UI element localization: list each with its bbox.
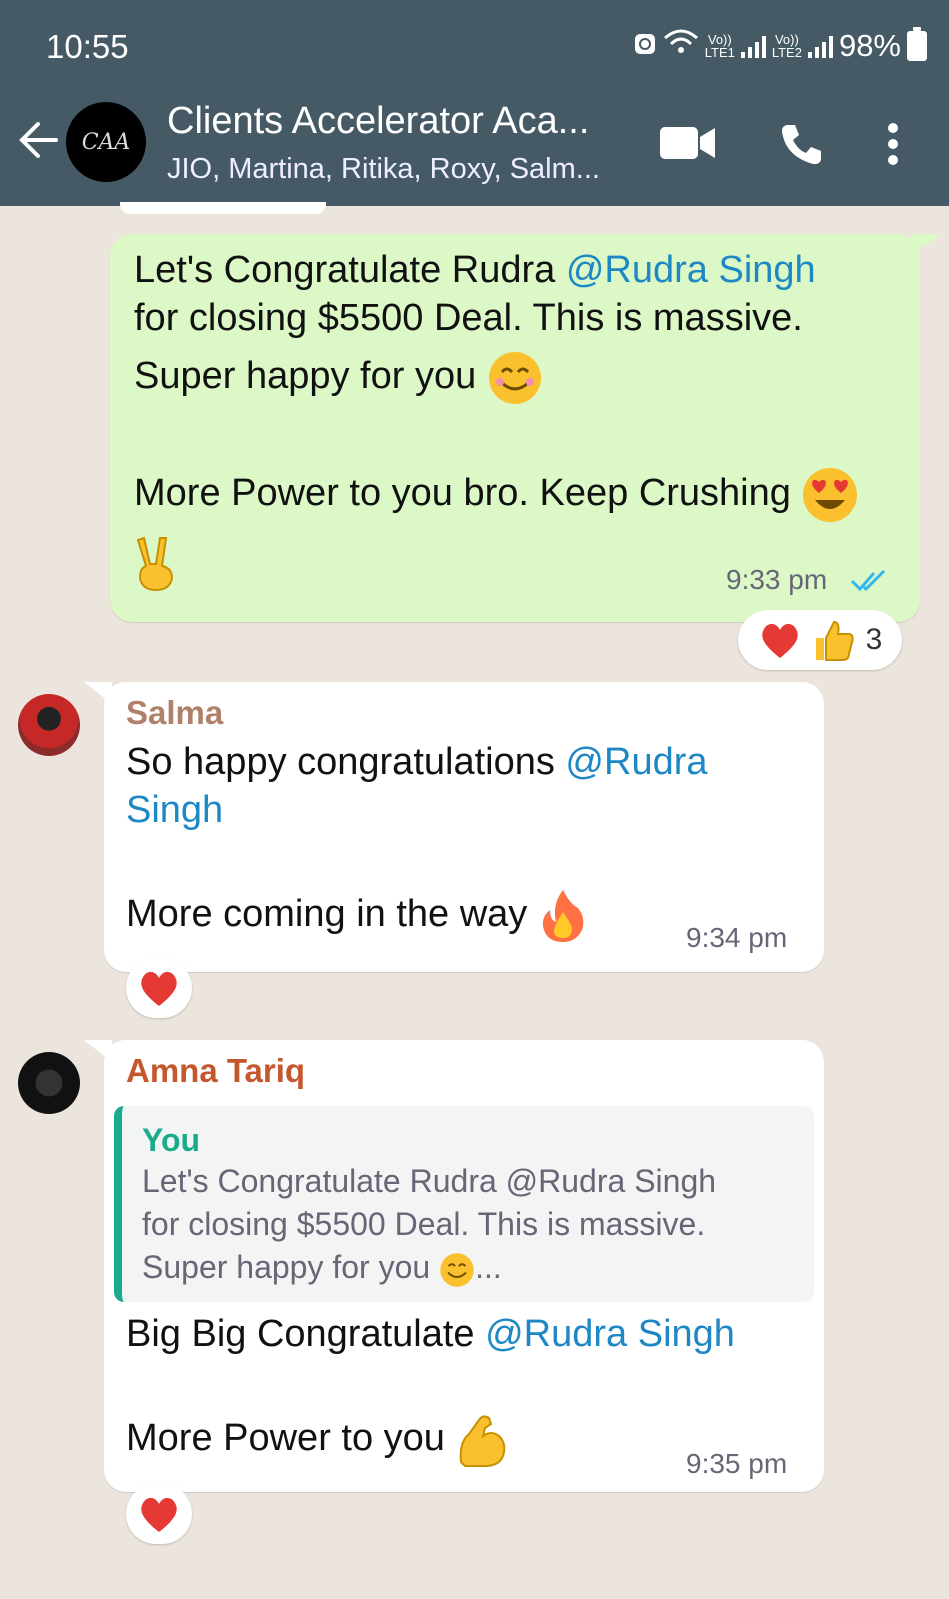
quote-ellipsis: ... (475, 1249, 502, 1285)
reactions-badge[interactable] (126, 1484, 192, 1544)
reaction-count: 3 (865, 623, 883, 656)
heart-eyes-face-icon (803, 468, 858, 522)
message-text: for closing $5500 Deal. This is massive. (134, 297, 803, 339)
status-icons: Vo)) LTE1 Vo)) LTE2 98% (633, 27, 927, 64)
app-header: 10:55 Vo)) LTE1 Vo)) LTE2 98% CAA Client… (0, 0, 949, 206)
message-text: Super happy for you (134, 355, 477, 398)
video-call-button[interactable] (660, 125, 716, 166)
bubble-tail (84, 682, 112, 704)
mention-link[interactable]: Singh (126, 786, 708, 834)
message-time: 9:33 pm (726, 564, 828, 595)
video-camera-icon (660, 127, 715, 159)
reactions-badge[interactable]: 3 (738, 610, 902, 670)
arrow-left-icon (19, 122, 58, 158)
message-time: 9:35 pm (686, 1448, 788, 1479)
group-title[interactable]: Clients Accelerator Aca... (167, 100, 637, 143)
quote-text: Let's Congratulate Rudra @Rudra Singh (142, 1163, 717, 1199)
sim2-indicator: Vo)) LTE2 (772, 33, 802, 59)
message-text: More Power to you bro. Keep Crushing (134, 472, 791, 515)
mention-link[interactable]: @Rudra (565, 741, 707, 783)
voice-call-button[interactable] (779, 122, 823, 171)
heart-icon (141, 1497, 177, 1532)
more-options-button[interactable] (886, 122, 900, 171)
signal-1-icon (740, 34, 766, 58)
fire-icon (542, 890, 584, 942)
signal-2-icon (807, 34, 833, 58)
sim1-indicator: Vo)) LTE1 (705, 33, 735, 59)
message-line: More Power to you (126, 1412, 735, 1468)
message-text: Big Big Congratulate (126, 1313, 486, 1355)
bubble-tail (912, 234, 940, 256)
message-line: So happy congratulations @Rudra (126, 738, 708, 786)
previous-message-edge (120, 202, 326, 214)
incoming-message[interactable]: Amna Tariq You Let's Congratulate Rudra … (104, 1040, 824, 1492)
mention-link[interactable]: @Rudra Singh (566, 249, 816, 291)
message-line: More coming in the way (126, 888, 708, 944)
thumbs-up-icon (815, 620, 854, 661)
victory-hand-icon (136, 536, 174, 592)
android-icon (633, 28, 657, 64)
battery-percent: 98% (838, 28, 901, 63)
wifi-icon (663, 28, 699, 64)
quote-line: Super happy for you ... (142, 1246, 716, 1289)
sender-name[interactable]: Salma (126, 694, 708, 732)
double-check-icon (850, 569, 886, 592)
status-time: 10:55 (46, 28, 129, 65)
message-text: More Power to you (126, 1417, 445, 1460)
quote-text: Super happy for you (142, 1249, 431, 1285)
group-members[interactable]: JIO, Martina, Ritika, Roxy, Salm... (167, 153, 637, 186)
vertical-dots-icon (888, 123, 898, 165)
bubble-tail (84, 1040, 112, 1062)
message-line: Super happy for you (134, 350, 859, 406)
group-avatar[interactable]: CAA (66, 102, 146, 182)
flexed-biceps-icon (460, 1415, 506, 1467)
message-text: More coming in the way (126, 893, 528, 936)
smiling-face-icon (440, 1252, 474, 1287)
sim1-sub: LTE1 (704, 45, 735, 60)
message-text: Let's Congratulate Rudra (134, 249, 566, 291)
back-button[interactable] (18, 122, 58, 163)
quote-text: for closing $5500 Deal. This is massive. (142, 1206, 706, 1242)
mention-link[interactable]: @Rudra Singh (485, 1313, 735, 1355)
battery-icon (907, 27, 927, 61)
outgoing-message[interactable]: Let's Congratulate Rudra @Rudra Singh fo… (110, 234, 920, 622)
amna-avatar[interactable] (18, 1052, 80, 1114)
chat-area[interactable]: Let's Congratulate Rudra @Rudra Singh fo… (0, 202, 949, 1599)
message-line: More Power to you bro. Keep Crushing (134, 466, 859, 524)
incoming-message[interactable]: Salma So happy congratulations @Rudra Si… (104, 682, 824, 972)
quote-author: You (142, 1122, 201, 1158)
reactions-badge[interactable] (126, 958, 192, 1018)
phone-icon (782, 125, 821, 165)
sender-name[interactable]: Amna Tariq (126, 1052, 305, 1090)
heart-icon (141, 971, 177, 1006)
message-time: 9:34 pm (686, 922, 788, 953)
message-text: So happy congratulations (126, 741, 566, 783)
group-avatar-logo: CAA (81, 129, 131, 155)
sim2-sub: LTE2 (771, 45, 802, 60)
heart-icon (761, 623, 798, 658)
message-line: Big Big Congratulate @Rudra Singh (126, 1310, 735, 1358)
smiling-face-icon (488, 352, 541, 404)
quoted-message[interactable]: You Let's Congratulate Rudra @Rudra Sing… (114, 1106, 814, 1302)
salma-avatar[interactable] (18, 694, 80, 756)
message-line: Let's Congratulate Rudra @Rudra Singh (134, 246, 859, 294)
